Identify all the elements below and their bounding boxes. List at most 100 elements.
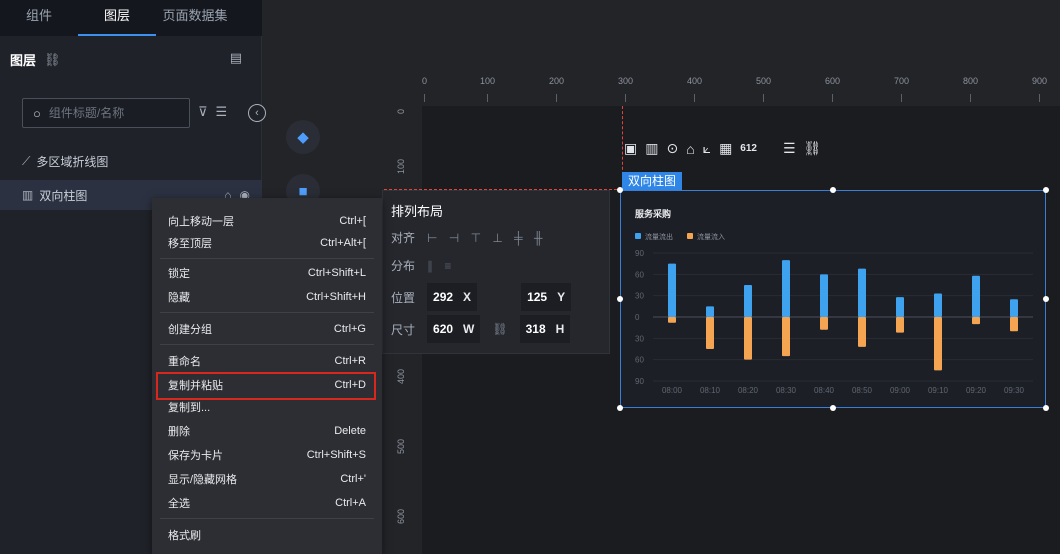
y-tick-label: 0 <box>635 313 640 322</box>
y-tick-label: 60 <box>635 270 644 279</box>
ruler-tick: 400 <box>396 368 406 384</box>
align-label: 对齐 <box>391 231 416 245</box>
link-icon[interactable]: ⛓ <box>44 52 61 68</box>
ruler-tick: 0 <box>422 76 428 86</box>
menu-item-move-to-top[interactable]: 移至顶层 Ctrl+Alt+[ <box>152 232 382 254</box>
bar <box>820 274 828 317</box>
line-chart-icon: ⟋ <box>22 153 31 168</box>
axis-icon[interactable]: ⟀ <box>703 140 711 157</box>
chart-toolbar: ▣ ▥ ⊙ ⌂ ⟀ ▦ 612 ☰ ⛓ <box>624 140 821 157</box>
component-library-icon[interactable]: ◆ <box>286 120 320 154</box>
menu-item-select-all[interactable]: 全选 Ctrl+A <box>152 492 382 514</box>
search-input[interactable] <box>48 106 169 120</box>
align-row: 对齐 ⊢ ⊣ ⊤ ⊥ ╪ ╫ <box>391 229 547 246</box>
layer-title: 图层 <box>10 53 37 68</box>
interaction-icon[interactable]: ⌂ <box>686 141 694 157</box>
bar <box>668 317 676 323</box>
layer-header: 图层 ⛓ ▤ <box>10 50 242 69</box>
ruler-tick: 100 <box>396 158 406 174</box>
bar <box>896 297 904 317</box>
ruler-tick: 900 <box>1032 76 1048 86</box>
bar <box>782 260 790 317</box>
bar <box>858 268 866 317</box>
menu-item-hide[interactable]: 隐藏 Ctrl+Shift+H <box>152 286 382 308</box>
bar <box>706 317 714 349</box>
resize-handle[interactable] <box>1043 296 1049 302</box>
bar <box>934 293 942 317</box>
size-height-field[interactable]: 318 H <box>519 315 571 343</box>
number-icon[interactable]: 612 <box>740 143 757 154</box>
menu-item-format-painter[interactable]: 格式刷 <box>152 524 382 546</box>
position-y-field[interactable]: 125 Y <box>521 283 572 311</box>
chart-title: 服务采购 <box>635 208 671 219</box>
resize-handle[interactable] <box>1043 187 1049 193</box>
bar <box>1010 317 1018 332</box>
menu-item-save-as-card[interactable]: 保存为卡片 Ctrl+Shift+S <box>152 444 382 466</box>
tab-layers[interactable]: 图层 <box>78 0 156 36</box>
menu-item-move-up[interactable]: 向上移动一层 Ctrl+[ <box>152 210 382 232</box>
x-tick-label: 08:50 <box>852 386 873 395</box>
link-icon[interactable]: ⛓ <box>804 140 822 157</box>
ruler-tick: 300 <box>618 76 634 86</box>
x-tick-label: 09:30 <box>1004 386 1025 395</box>
menu-item-toggle-grid[interactable]: 显示/隐藏网格 Ctrl+' <box>152 468 382 490</box>
bar <box>858 317 866 347</box>
legend-label: 流量流出 <box>645 232 673 241</box>
distribute-row: 分布 ∥ ≡ <box>391 257 455 274</box>
filter-icon[interactable]: ⊽ <box>198 104 208 120</box>
x-tick-label: 08:40 <box>814 386 835 395</box>
list-icon[interactable]: ☰ <box>216 104 228 120</box>
tab-components[interactable]: 组件 <box>0 0 78 36</box>
image-icon[interactable]: ▣ <box>624 140 637 157</box>
collapse-panel-button[interactable]: ‹ <box>248 104 266 122</box>
ruler-tick: 100 <box>480 76 496 86</box>
menu-item-rename[interactable]: 重命名 Ctrl+R <box>152 350 382 372</box>
bar <box>972 317 980 325</box>
target-icon[interactable]: ⊙ <box>666 140 678 157</box>
ruler-tick: 700 <box>894 76 910 86</box>
align-icons[interactable]: ⊢ ⊣ ⊤ ⊥ ╪ ╫ <box>427 231 547 245</box>
menu-separator <box>160 344 374 345</box>
series-icon[interactable]: ▦ <box>719 140 732 157</box>
ruler-tick: 0 <box>396 108 406 114</box>
menu-separator <box>160 258 374 259</box>
x-tick-label: 09:10 <box>928 386 949 395</box>
panel-tabs: 组件 图层 页面数据集 <box>0 0 262 36</box>
menu-item-lock[interactable]: 锁定 Ctrl+Shift+L <box>152 262 382 284</box>
bar-chart-component[interactable]: 服务采购 流量流出 流量流入 90 60 30 0 30 60 90 08:00 08:10 08:20… <box>620 190 1046 408</box>
resize-handle[interactable] <box>617 187 623 193</box>
layer-search[interactable]: ○ <box>22 98 190 128</box>
bar <box>820 317 828 330</box>
resize-handle[interactable] <box>830 405 836 411</box>
resize-handle[interactable] <box>830 187 836 193</box>
resize-handle[interactable] <box>617 405 623 411</box>
size-row: 尺寸 620 W ⛓ 318 H <box>391 315 571 343</box>
bar <box>896 317 904 333</box>
layer-item-line-chart[interactable]: ⟋ 多区域折线图 <box>0 146 262 176</box>
ruler-tick: 500 <box>396 438 406 454</box>
bar-icon[interactable]: ▥ <box>645 140 658 157</box>
position-x-field[interactable]: 292 X <box>427 283 478 311</box>
bar <box>668 263 676 317</box>
bar <box>1010 299 1018 317</box>
component-name-tag: 双向柱图 <box>622 172 683 191</box>
resize-handle[interactable] <box>617 296 623 302</box>
menu-separator <box>160 518 374 519</box>
ruler-tick: 400 <box>687 76 703 86</box>
y-tick-label: 30 <box>635 334 644 343</box>
lock-ratio-icon[interactable]: ⛓ <box>492 322 507 336</box>
ruler-tick: 200 <box>549 76 565 86</box>
ruler-tick: 500 <box>756 76 772 86</box>
size-width-field[interactable]: 620 W <box>427 315 481 343</box>
x-tick-label: 09:20 <box>966 386 987 395</box>
distribute-icons[interactable]: ∥ ≡ <box>427 259 455 273</box>
resize-handle[interactable] <box>1043 405 1049 411</box>
x-tick-label: 08:20 <box>738 386 759 395</box>
menu-item-group[interactable]: 创建分组 Ctrl+G <box>152 318 382 340</box>
layer-item-label: 双向柱图 <box>39 188 88 203</box>
database-icon[interactable]: ☰ <box>783 140 796 157</box>
bar <box>706 306 714 317</box>
tab-page-datasets[interactable]: 页面数据集 <box>156 0 234 36</box>
menu-item-delete[interactable]: 删除 Delete <box>152 420 382 442</box>
document-icon[interactable]: ▤ <box>230 50 242 66</box>
